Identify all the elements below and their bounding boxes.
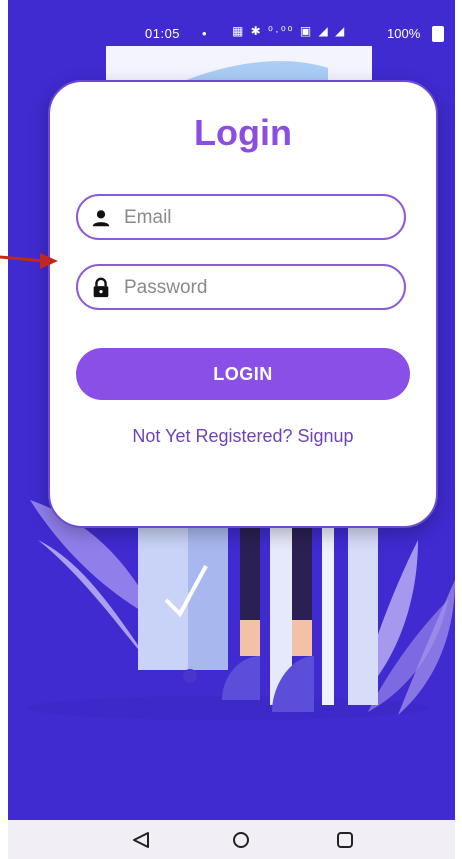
app-screen: 01:05 • ▦ ✱ ⁰·⁰⁰ ▣ ◢ ◢ 100% Login LOGIN … <box>8 0 455 859</box>
email-input[interactable] <box>122 204 396 232</box>
annotation-arrow-icon <box>0 253 58 269</box>
person-icon <box>92 210 110 227</box>
password-field[interactable] <box>76 264 406 310</box>
battery-percent: 100% <box>387 26 421 41</box>
status-icons: ▦ ✱ ⁰·⁰⁰ ▣ ◢ ◢ <box>232 24 347 38</box>
email-field[interactable] <box>76 194 406 240</box>
battery-icon <box>432 26 444 42</box>
login-button[interactable]: LOGIN <box>76 348 410 400</box>
lock-icon <box>93 277 109 298</box>
back-triangle-icon[interactable] <box>130 830 152 850</box>
signup-link[interactable]: Not Yet Registered? Signup <box>50 426 436 447</box>
navigation-bar <box>8 820 455 859</box>
password-input[interactable] <box>122 274 396 302</box>
login-title: Login <box>194 112 292 153</box>
recents-square-icon[interactable] <box>334 830 356 850</box>
status-time: 01:05 <box>145 26 181 41</box>
notification-dot: • <box>202 26 207 41</box>
home-circle-icon[interactable] <box>230 830 252 850</box>
status-bar: 01:05 • ▦ ✱ ⁰·⁰⁰ ▣ ◢ ◢ 100% <box>8 0 455 66</box>
login-card: Login LOGIN Not Yet Registered? Signup <box>48 80 438 528</box>
